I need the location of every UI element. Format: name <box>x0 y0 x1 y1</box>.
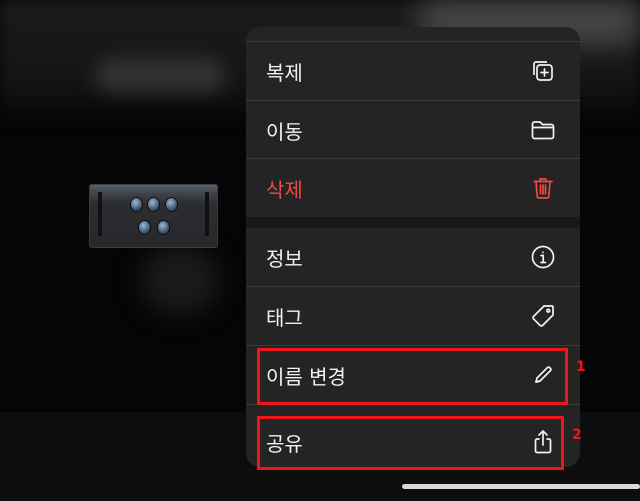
menu-item-move[interactable]: 이동 <box>246 101 580 159</box>
folder-icon <box>530 117 556 143</box>
menu-item-duplicate[interactable]: 복제 <box>246 42 580 100</box>
blurred-title <box>95 58 225 92</box>
menu-item-label: 복제 <box>266 60 303 85</box>
annotation-number-1: 1 <box>576 359 586 375</box>
tag-icon <box>530 303 556 329</box>
menu-item-info[interactable]: 정보 <box>246 228 580 286</box>
trash-icon <box>530 175 556 201</box>
blurred-shadow <box>140 245 220 315</box>
menu-item-label: 삭제 <box>266 177 303 202</box>
menu-item-tag[interactable]: 태그 <box>246 287 580 345</box>
thumbnail-slider-right <box>205 192 209 236</box>
thumbnail-slider-left <box>98 192 102 236</box>
info-icon <box>530 244 556 270</box>
annotation-box-1 <box>257 348 568 405</box>
thumbnail-knob <box>131 198 142 211</box>
menu-item-label: 정보 <box>266 246 303 271</box>
duplicate-icon <box>530 58 556 84</box>
menu-item-delete[interactable]: 삭제 <box>246 159 580 217</box>
thumbnail-knob <box>158 221 169 234</box>
menu-item-label: 이동 <box>266 119 303 144</box>
thumbnail-knob <box>148 198 159 211</box>
menu-group-separator <box>246 217 580 228</box>
annotation-number-2: 2 <box>572 427 582 443</box>
thumbnail-knob <box>139 221 150 234</box>
home-indicator <box>402 484 640 489</box>
thumbnail-knob <box>166 198 177 211</box>
menu-item-label: 태그 <box>266 305 303 330</box>
annotation-box-2 <box>257 416 564 470</box>
plugin-thumbnail[interactable] <box>89 184 218 248</box>
